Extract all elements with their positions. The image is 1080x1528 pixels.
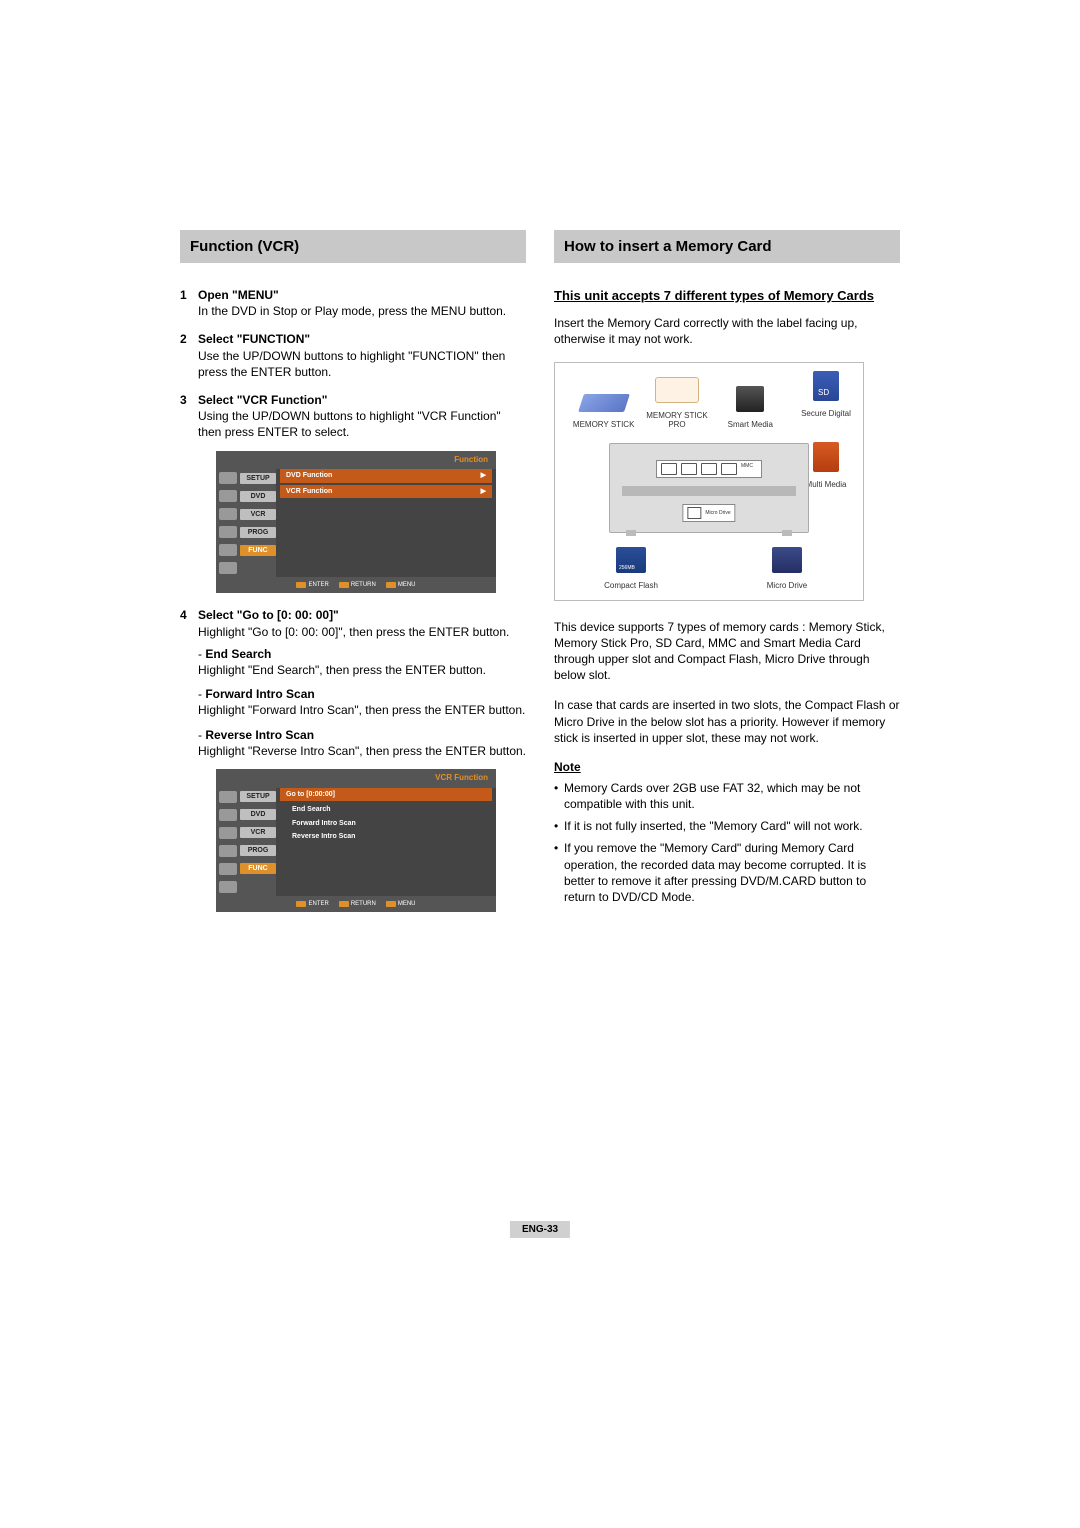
osd1-sb-setup: SETUP [240,473,276,484]
osd1-main: DVD Function▶ VCR Function▶ [276,469,496,577]
note-2: If it is not fully inserted, the "Memory… [554,818,900,834]
steps-list: Open "MENU" In the DVD in Stop or Play m… [180,287,526,912]
osd-vcr-function-menu: VCR Function SETUP DVD VCR PROG FUNC [216,769,496,912]
osd2-sb-vcr: VCR [240,827,276,838]
card-compact-flash: Compact Flash [567,547,695,590]
manual-page: Function (VCR) Open "MENU" In the DVD in… [0,0,1080,1528]
note-1: Memory Cards over 2GB use FAT 32, which … [554,780,900,812]
card-label-cf: Compact Flash [567,581,695,590]
card-label-msp: MEMORY STICK PRO [640,411,713,429]
osd2-item-goto: Go to [0:00:00] [280,788,492,801]
step-4-sublist: - End SearchHighlight "End Search", then… [198,646,526,759]
step-4: Select "Go to [0: 00: 00]" Highlight "Go… [180,607,526,911]
osd2-bottom: ENTER RETURN MENU [216,896,496,912]
osd2-item-fwd-intro: Forward Intro Scan [286,817,492,830]
card-smart-media: Smart Media [714,386,787,429]
memory-card-intro: Insert the Memory Card correctly with th… [554,315,900,347]
left-column: Function (VCR) Open "MENU" In the DVD in… [180,230,526,926]
osd-function-menu: Function SETUP DVD VCR PROG FUNC [216,451,496,594]
osd1-item-dvd-function: DVD Function▶ [280,469,492,482]
osd2-sb-func: FUNC [240,863,276,874]
card-label-md: Micro Drive [723,581,851,590]
smart-media-icon [736,386,764,412]
memory-card-p2: In case that cards are inserted in two s… [554,697,900,746]
osd1-title: Function [216,451,496,470]
step-2-title: Select "FUNCTION" [198,332,310,346]
mmc-card-icon [813,442,839,472]
osd1-btn-menu: MENU [398,581,416,589]
step-1-body: In the DVD in Stop or Play mode, press t… [198,304,506,318]
osd1-btn-return: RETURN [351,581,376,589]
step-3: Select "VCR Function" Using the UP/DOWN … [180,392,526,593]
sub-reverse-intro-scan: - Reverse Intro ScanHighlight "Reverse I… [198,727,526,759]
upper-slot: MMC [656,460,762,478]
osd1-sb-dvd: DVD [240,491,276,502]
page-number: ENG-33 [510,1221,570,1238]
osd2-sb-setup: SETUP [240,791,276,802]
osd1-sb-prog: PROG [240,527,276,538]
osd2-item-end-search: End Search [286,803,492,816]
note-3: If you remove the "Memory Card" during M… [554,840,900,905]
osd1-sidebar: SETUP DVD VCR PROG FUNC [216,469,276,577]
osd2-item-rev-intro: Reverse Intro Scan [286,830,492,843]
card-micro-drive: Micro Drive [723,547,851,590]
osd1-item-vcr-function: VCR Function▶ [280,485,492,498]
step-3-title: Select "VCR Function" [198,393,327,407]
step-1-title: Open "MENU" [198,288,279,302]
step-2-body: Use the UP/DOWN buttons to highlight "FU… [198,349,505,379]
left-section-header: Function (VCR) [180,230,526,263]
osd2-sidebar: SETUP DVD VCR PROG FUNC [216,788,276,896]
memory-stick-icon [578,394,630,412]
sd-card-icon [813,371,839,401]
osd1-bottom: ENTER RETURN MENU [216,577,496,593]
memory-card-p1: This device supports 7 types of memory c… [554,619,900,684]
osd2-btn-menu: MENU [398,900,416,908]
card-memory-stick: MEMORY STICK [567,394,640,429]
card-label-sd: Secure Digital [795,409,857,418]
right-column: How to insert a Memory Card This unit ac… [554,230,900,926]
memory-cards-diagram: MEMORY STICK MEMORY STICK PRO Smart Medi… [554,362,864,601]
osd1-sb-vcr: VCR [240,509,276,520]
osd1-sb-func: FUNC [240,545,276,556]
sub-forward-intro-scan: - Forward Intro ScanHighlight "Forward I… [198,686,526,718]
osd2-main: Go to [0:00:00] End Search Forward Intro… [276,788,496,896]
card-secure-digital: Secure Digital [795,371,857,418]
osd2-sb-prog: PROG [240,845,276,856]
micro-drive-icon [772,547,802,573]
osd2-btn-enter: ENTER [308,900,328,908]
right-section-header: How to insert a Memory Card [554,230,900,263]
step-2: Select "FUNCTION" Use the UP/DOWN button… [180,331,526,380]
step-4-body: Highlight "Go to [0: 00: 00]", then pres… [198,625,509,639]
note-list: Memory Cards over 2GB use FAT 32, which … [554,780,900,905]
card-memory-stick-pro: MEMORY STICK PRO [640,377,713,429]
lower-slot: Micro Drive [682,504,735,522]
osd2-btn-return: RETURN [351,900,376,908]
step-4-title: Select "Go to [0: 00: 00]" [198,608,339,622]
two-columns: Function (VCR) Open "MENU" In the DVD in… [180,230,900,926]
card-label-ms: MEMORY STICK [567,420,640,429]
osd2-title: VCR Function [216,769,496,788]
osd1-btn-enter: ENTER [308,581,328,589]
note-heading: Note [554,760,900,774]
step-3-body: Using the UP/DOWN buttons to highlight "… [198,409,501,439]
step-1: Open "MENU" In the DVD in Stop or Play m… [180,287,526,319]
compact-flash-icon [616,547,646,573]
sub-end-search: - End SearchHighlight "End Search", then… [198,646,526,678]
memory-cards-subheading: This unit accepts 7 different types of M… [554,287,900,305]
lower-slot-label: Micro Drive [705,510,730,516]
card-label-sm: Smart Media [714,420,787,429]
card-reader-device: MMC Micro Drive [609,443,809,533]
memory-stick-pro-icon [655,377,699,403]
osd2-sb-dvd: DVD [240,809,276,820]
